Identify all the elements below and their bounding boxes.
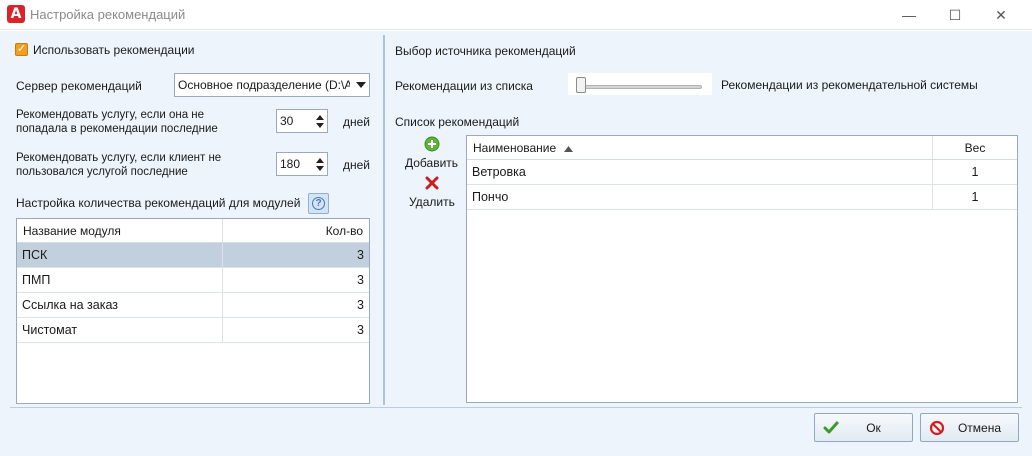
- item-name-cell: Пончо: [472, 190, 509, 204]
- footer-separator: [10, 407, 1022, 408]
- modules-table: Название модуля Кол-во ПСК 3 ПМП 3 Ссылк…: [16, 218, 370, 404]
- recommendations-table: Наименование Вес Ветровка 1 Пончо 1: [466, 135, 1018, 403]
- module-name-cell: Чистомат: [22, 323, 78, 337]
- module-count-cell[interactable]: 3: [352, 318, 369, 343]
- column-divider: [222, 243, 223, 267]
- close-button[interactable]: ✕: [978, 0, 1024, 30]
- spin-up-icon[interactable]: [316, 158, 324, 163]
- client-days-value: 180: [280, 157, 301, 171]
- cancel-label: Отмена: [957, 421, 1002, 435]
- column-divider: [932, 185, 933, 209]
- column-divider: [222, 268, 223, 292]
- slider-track[interactable]: [580, 85, 702, 89]
- module-count-cell[interactable]: 3: [352, 293, 369, 318]
- col-item-name-label: Наименование: [473, 141, 557, 155]
- slider-thumb[interactable]: [576, 77, 586, 93]
- left-pane: ✓ Использовать рекомендации Сервер реком…: [8, 31, 382, 405]
- list-title: Список рекомендаций: [395, 115, 520, 129]
- item-name-cell: Ветровка: [472, 165, 526, 179]
- title-bar: A Настройка рекомендаций — ☐ ✕: [0, 0, 1032, 30]
- server-label: Сервер рекомендаций: [16, 79, 142, 93]
- module-count-cell[interactable]: 3: [352, 243, 369, 268]
- server-dropdown-value: Основное подразделение (D:\A: [178, 78, 350, 92]
- recommend-if-not-used-label: Рекомендовать услугу, если клиент не пол…: [16, 152, 222, 178]
- column-divider: [222, 318, 223, 342]
- item-weight-cell[interactable]: 1: [933, 185, 1017, 210]
- right-pane: Выбор источника рекомендаций Рекомендаци…: [390, 31, 1024, 405]
- module-name-cell: Ссылка на заказ: [22, 298, 119, 312]
- ok-button[interactable]: Ок: [814, 413, 913, 442]
- recommend-days-stepper[interactable]: 30: [276, 109, 328, 133]
- module-name-cell: ПСК: [22, 248, 48, 262]
- source-slider[interactable]: [568, 73, 712, 95]
- ok-label: Ок: [866, 421, 881, 435]
- delete-button[interactable]: Удалить: [402, 175, 462, 209]
- column-divider: [222, 293, 223, 317]
- use-recommendations-label: Использовать рекомендации: [33, 43, 195, 57]
- column-divider: [932, 136, 933, 159]
- delete-label: Удалить: [409, 195, 455, 209]
- column-divider: [932, 160, 933, 184]
- from-list-label: Рекомендации из списка: [395, 79, 533, 93]
- add-button[interactable]: Добавить: [402, 136, 462, 170]
- col-item-name[interactable]: Наименование: [467, 136, 579, 160]
- recommend-days-value: 30: [280, 114, 294, 128]
- table-row[interactable]: ПСК 3: [17, 243, 369, 268]
- client-days-unit: дней: [343, 158, 371, 172]
- chevron-down-icon: [356, 82, 366, 88]
- client-days-stepper[interactable]: 180: [276, 152, 328, 176]
- source-title: Выбор источника рекомендаций: [395, 44, 576, 58]
- help-button[interactable]: ?: [308, 193, 329, 214]
- col-module-count[interactable]: Кол-во: [320, 219, 369, 243]
- spin-up-icon[interactable]: [316, 115, 324, 120]
- delete-x-icon: [425, 176, 439, 190]
- cancel-button[interactable]: Отмена: [920, 413, 1019, 442]
- sort-ascending-icon: [563, 145, 573, 152]
- modules-table-header: Название модуля Кол-во: [17, 219, 369, 243]
- add-label: Добавить: [405, 156, 459, 170]
- use-recommendations-checkbox[interactable]: ✓: [15, 43, 28, 56]
- recommend-if-not-in-label: Рекомендовать услугу, если она не попада…: [16, 109, 218, 135]
- module-count-cell[interactable]: 3: [352, 268, 369, 293]
- pane-splitter[interactable]: [383, 35, 385, 405]
- spin-down-icon[interactable]: [316, 166, 324, 171]
- minimize-button[interactable]: —: [886, 0, 932, 30]
- table-row[interactable]: Пончо 1: [467, 185, 1017, 210]
- item-weight-cell[interactable]: 1: [933, 160, 1017, 185]
- app-logo-icon: A: [7, 5, 25, 23]
- dialog-body: ✓ Использовать рекомендации Сервер реком…: [0, 31, 1032, 456]
- table-row[interactable]: Ссылка на заказ 3: [17, 293, 369, 318]
- table-row[interactable]: Ветровка 1: [467, 160, 1017, 185]
- from-system-label: Рекомендации из рекомендательной системы: [721, 78, 978, 92]
- window-title: Настройка рекомендаций: [30, 7, 186, 22]
- spin-down-icon[interactable]: [316, 123, 324, 128]
- table-row[interactable]: Чистомат 3: [17, 318, 369, 343]
- help-icon: ?: [312, 197, 325, 210]
- server-dropdown[interactable]: Основное подразделение (D:\A: [174, 73, 370, 97]
- maximize-button[interactable]: ☐: [932, 0, 978, 30]
- column-divider: [222, 219, 223, 242]
- recommend-days-unit: дней: [343, 115, 371, 129]
- table-row[interactable]: ПМП 3: [17, 268, 369, 293]
- col-item-weight[interactable]: Вес: [933, 136, 1017, 160]
- col-module-name[interactable]: Название модуля: [17, 219, 127, 243]
- modules-section-label: Настройка количества рекомендаций для мо…: [16, 196, 301, 210]
- add-circle-icon: [424, 136, 440, 152]
- module-name-cell: ПМП: [22, 273, 51, 287]
- recommendations-table-header: Наименование Вес: [467, 136, 1017, 160]
